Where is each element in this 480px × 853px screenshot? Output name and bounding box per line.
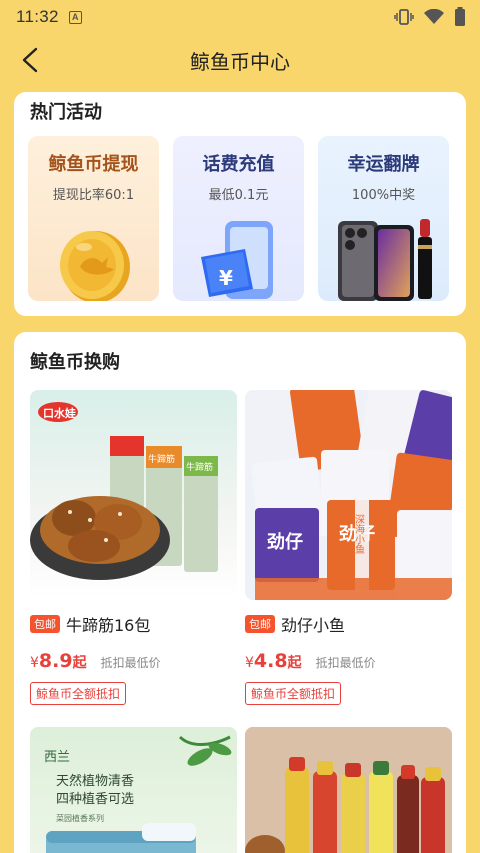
hot-activities-title: 热门活动 [30, 102, 102, 123]
coin-deduct-tag: 鲸鱼币全额抵扣 [245, 682, 342, 705]
price-note: 抵扣最低价 [315, 656, 376, 670]
back-arrow-icon [22, 47, 38, 73]
vibrate-icon [394, 9, 414, 25]
activity-subtitle: 100%中奖 [351, 188, 416, 203]
product-card[interactable]: 劲仔 劲仔 深海小鱼 包邮 劲仔小鱼 ¥ 4.8 起 抵扣最低价 鲸鱼币全额 [245, 390, 452, 705]
back-button[interactable] [14, 44, 46, 76]
page-header: 鲸鱼币中心 [0, 34, 480, 86]
notification-a-icon: A [68, 10, 82, 24]
page-title: 鲸鱼币中心 [190, 49, 290, 74]
status-bar: 11:32 A [0, 0, 480, 34]
free-shipping-badge: 包邮 [30, 615, 60, 633]
status-time: 11:32 [16, 7, 59, 26]
coin-deduct-tag: 鲸鱼币全额抵扣 [30, 682, 127, 705]
activity-subtitle: 最低0.1元 [208, 188, 269, 203]
product-slogan: 四种植香可选 [56, 792, 134, 807]
product-card[interactable] [245, 727, 452, 853]
product-image: 口水娃 牛蹄筋 牛蹄筋 [30, 390, 237, 600]
pack-label: 牛蹄筋 [186, 461, 213, 473]
activity-list: 鲸鱼币提现 提现比率60:1 话费充值 最低0.1元 ¥ 幸运翻牌 100%中奖 [28, 136, 452, 301]
product-image: 劲仔 劲仔 深海小鱼 [245, 390, 452, 600]
brand-logo-text: 西兰 [44, 750, 70, 765]
phone-yuan-icon: ¥ [173, 211, 304, 301]
battery-icon [455, 7, 465, 26]
svg-text:¥: ¥ [219, 266, 233, 290]
product-name: 劲仔小鱼 [281, 616, 346, 635]
exchange-title: 鲸鱼币换购 [30, 352, 120, 373]
brand-logo-text: 劲仔 [267, 531, 303, 553]
wifi-icon [424, 9, 444, 24]
product-card[interactable]: 西兰 天然植物清香 四种植香可选 菜园植香系列 [30, 727, 237, 853]
exchange-card: 鲸鱼币换购 口水娃 牛蹄筋 牛蹄筋 包邮 牛蹄筋16包 ¥ 8.9 起 抵扣最低… [14, 332, 466, 853]
product-slogan: 天然植物清香 [56, 773, 134, 789]
product-name: 牛蹄筋16包 [66, 616, 151, 635]
brand-logo-text: 口水娃 [43, 406, 76, 420]
price-value: 8.9 [38, 650, 73, 672]
pack-label: 牛蹄筋 [148, 453, 175, 465]
gold-coin-icon [28, 211, 159, 301]
free-shipping-badge: 包邮 [245, 615, 275, 633]
activity-subtitle: 提现比率60:1 [52, 188, 135, 203]
activity-lucky-flip[interactable]: 幸运翻牌 100%中奖 [318, 136, 449, 301]
product-image [245, 727, 452, 853]
price-value: 4.8 [253, 650, 288, 672]
activity-title: 话费充值 [202, 154, 275, 175]
price-suffix: 起 [287, 655, 302, 671]
product-grid: 口水娃 牛蹄筋 牛蹄筋 包邮 牛蹄筋16包 ¥ 8.9 起 抵扣最低价 鲸鱼币全… [30, 390, 452, 853]
activity-withdraw[interactable]: 鲸鱼币提现 提现比率60:1 [28, 136, 159, 301]
pack-label: 深海小鱼 [353, 514, 365, 554]
activity-title: 幸运翻牌 [347, 154, 420, 175]
price-currency: ¥ [245, 655, 254, 671]
price-suffix: 起 [72, 655, 87, 671]
product-price: ¥ 4.8 起 抵扣最低价 [245, 650, 452, 672]
activity-phone-recharge[interactable]: 话费充值 最低0.1元 ¥ [173, 136, 304, 301]
product-series: 菜园植香系列 [56, 813, 104, 823]
hot-activities-card: 热门活动 鲸鱼币提现 提现比率60:1 话费充值 最低0.1元 ¥ 幸运翻牌 1… [14, 92, 466, 316]
price-currency: ¥ [30, 655, 39, 671]
price-note: 抵扣最低价 [100, 656, 161, 670]
status-icons [394, 7, 466, 27]
product-image: 西兰 天然植物清香 四种植香可选 菜园植香系列 [30, 727, 237, 853]
product-price: ¥ 8.9 起 抵扣最低价 [30, 650, 237, 672]
activity-title: 鲸鱼币提现 [48, 154, 139, 175]
product-card[interactable]: 口水娃 牛蹄筋 牛蹄筋 包邮 牛蹄筋16包 ¥ 8.9 起 抵扣最低价 鲸鱼币全… [30, 390, 237, 705]
phone-lipstick-icon [318, 211, 449, 301]
